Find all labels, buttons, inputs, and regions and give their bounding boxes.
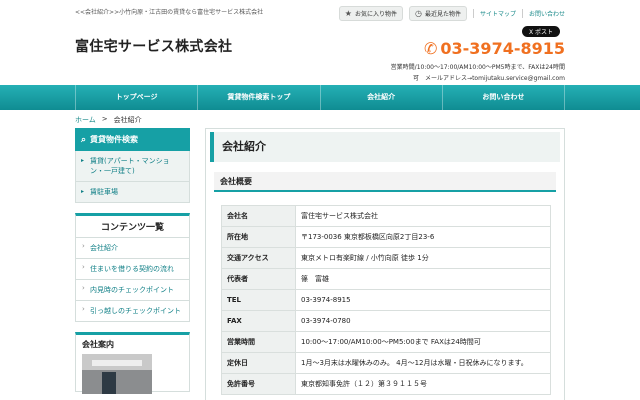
breadcrumb-home[interactable]: ホーム (75, 115, 96, 125)
breadcrumb-separator: > (101, 115, 108, 123)
row-label: 交通アクセス (221, 247, 296, 269)
favorites-label: お気に入り物件 (354, 11, 397, 18)
main-content: 会社紹介 会社概要 会社名 富住宅サービス株式会社 所在地 〒173-0036 東京… (205, 128, 565, 400)
company-table: 会社名 富住宅サービス株式会社 所在地 〒173-0036 東京都板橋区向原2丁目2… (221, 205, 551, 395)
search-title: 賃貸物件検索 (90, 135, 139, 144)
nav-property-search[interactable]: 賃貸物件検索トップ (197, 85, 319, 110)
site-logo[interactable]: 富住宅サービス株式会社 (75, 36, 232, 56)
row-value: 03-3974-8915 (295, 289, 551, 311)
row-label: 営業時間 (221, 331, 296, 353)
star-icon: ★ (344, 9, 352, 18)
table-row: 所在地 〒173-0036 東京都板橋区向原2丁目23-6 (221, 226, 551, 248)
divider (472, 9, 474, 18)
row-label: TEL (221, 289, 296, 311)
sidebar-item-contract-flow[interactable]: 住まいを借りる契約の流れ (75, 259, 190, 280)
row-label: 免許番号 (221, 373, 296, 395)
hours-text: 営業時間/10:00〜17:00/AM10:00〜PM5時まで、FAXは24時間 (390, 64, 565, 71)
contact-link[interactable]: お問い合わせ (529, 9, 565, 18)
email-text: 可 メールアドレス→tomijutaku.service@gmail.com (413, 75, 565, 82)
phone-text: 03-3974-8915 (440, 39, 565, 58)
table-row: TEL 03-3974-8915 (221, 289, 551, 311)
business-hours: 営業時間/10:00〜17:00/AM10:00〜PM5時まで、FAXは24時間… (391, 62, 565, 84)
search-icon: ⌕ (81, 134, 87, 145)
phone-number: ✆ 03-3974-8915 (424, 39, 565, 58)
table-row: 会社名 富住宅サービス株式会社 (221, 205, 551, 227)
table-row: 営業時間 10:00〜17:00/AM10:00〜PM5:00まで FAXは24時… (221, 331, 551, 353)
contents-title: コンテンツ一覧 (75, 213, 190, 238)
row-label: 所在地 (221, 226, 296, 248)
row-value: 東京メトロ有楽町線 / 小竹向原 徒歩 1分 (295, 247, 551, 269)
breadcrumb-current: 会社紹介 (113, 116, 142, 124)
top-links: ★ お気に入り物件 ◷ 最近見た物件 サイトマップ お問い合わせ (338, 6, 565, 21)
nav-contact[interactable]: お問い合わせ (441, 85, 565, 110)
favorites-button[interactable]: ★ お気に入り物件 (338, 6, 403, 21)
sidebar-item-moving-check[interactable]: 引っ越しのチェックポイント (75, 301, 190, 322)
row-value: 篠 富雄 (295, 268, 551, 290)
history-icon: ◷ (414, 9, 422, 18)
site-tagline: <<会社紹介>>小竹向原・江古田の賃貸なら富住宅サービス株式会社 (75, 9, 264, 16)
search-header: ⌕ 賃貸物件検索 (75, 128, 190, 151)
recent-label: 最近見た物件 (424, 11, 461, 18)
sidebar-item-parking[interactable]: 賃駐車場 (75, 182, 190, 203)
nav-top[interactable]: トップページ (75, 85, 197, 110)
breadcrumb: ホーム > 会社紹介 (75, 115, 142, 125)
sidebar: ⌕ 賃貸物件検索 賃貸(アパート・マンション・一戸建て) 賃駐車場 コンテンツ一… (75, 128, 190, 394)
table-row: 免許番号 東京都知事免許（１２）第３９１１５号 (221, 373, 551, 395)
storefront-photo (82, 354, 152, 394)
page-title: 会社紹介 (210, 132, 560, 162)
sidebar-item-rental[interactable]: 賃貸(アパート・マンション・一戸建て) (75, 151, 190, 182)
table-row: FAX 03-3974-0780 (221, 310, 551, 332)
divider (521, 9, 523, 18)
row-value: 東京都知事免許（１２）第３９１１５号 (295, 373, 551, 395)
global-nav: トップページ 賃貸物件検索トップ 会社紹介 お問い合わせ (0, 85, 640, 110)
table-row: 交通アクセス 東京メトロ有楽町線 / 小竹向原 徒歩 1分 (221, 247, 551, 269)
row-value: 03-3974-0780 (295, 310, 551, 332)
row-value: 富住宅サービス株式会社 (295, 205, 551, 227)
company-info-box: 会社案内 (75, 332, 190, 394)
sidebar-item-viewing-check[interactable]: 内見時のチェックポイント (75, 280, 190, 301)
row-value: 1月〜3月末は水曜休みのみ。 4月〜12月は水曜・日祝休みになります。 (295, 352, 551, 374)
row-label: 代表者 (221, 268, 296, 290)
row-value: 10:00〜17:00/AM10:00〜PM5:00まで FAXは24時間可 (295, 331, 551, 353)
nav-company[interactable]: 会社紹介 (319, 85, 442, 110)
table-row: 代表者篠 富雄 (221, 268, 551, 290)
info-title: 会社案内 (82, 340, 114, 349)
sidebar-item-company[interactable]: 会社紹介 (75, 238, 190, 259)
recent-button[interactable]: ◷ 最近見た物件 (408, 6, 467, 21)
sitemap-link[interactable]: サイトマップ (480, 9, 516, 18)
section-title: 会社概要 (214, 172, 556, 192)
row-label: 定休日 (221, 352, 296, 374)
row-value: 〒173-0036 東京都板橋区向原2丁目23-6 (295, 226, 551, 248)
phone-icon: ✆ (423, 39, 438, 58)
row-label: FAX (221, 310, 296, 332)
x-post-button[interactable]: X ポスト (521, 26, 560, 37)
row-label: 会社名 (221, 205, 296, 227)
table-row: 定休日 1月〜3月末は水曜休みのみ。 4月〜12月は水曜・日祝休みになります。 (221, 352, 551, 374)
